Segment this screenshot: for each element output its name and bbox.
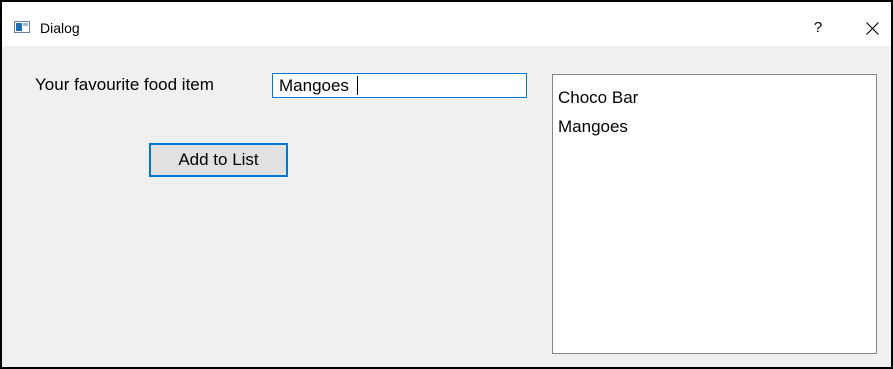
- dialog-window: Dialog ? Your favourite food item Add to…: [0, 0, 893, 369]
- list-item[interactable]: Mangoes: [553, 112, 876, 141]
- close-button[interactable]: [854, 12, 890, 44]
- list-item[interactable]: Choco Bar: [553, 83, 876, 112]
- title-bar: Dialog ?: [2, 2, 891, 46]
- food-item-label: Your favourite food item: [35, 75, 214, 94]
- window-icon-pane: [16, 23, 22, 31]
- add-to-list-button-label: Add to List: [178, 150, 259, 169]
- window-icon-pane-small: [23, 23, 28, 26]
- add-to-list-button[interactable]: Add to List: [149, 143, 288, 177]
- window-icon: [14, 21, 30, 33]
- text-caret: [357, 76, 358, 95]
- food-list[interactable]: Choco Bar Mangoes: [552, 74, 877, 354]
- food-item-input[interactable]: [272, 73, 527, 98]
- close-icon: [865, 22, 879, 35]
- help-button[interactable]: ?: [798, 12, 838, 44]
- window-title: Dialog: [40, 20, 80, 36]
